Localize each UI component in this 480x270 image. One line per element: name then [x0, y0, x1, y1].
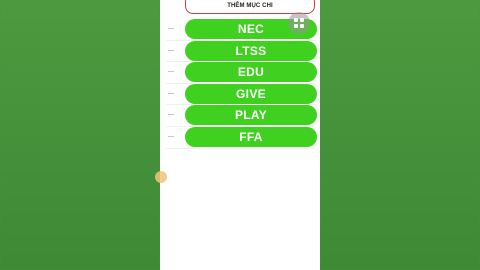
row-divider	[166, 147, 316, 149]
drag-handle-icon[interactable]	[168, 135, 174, 137]
drag-handle-icon[interactable]	[168, 28, 174, 29]
add-category-label: THÊM MỤC CHI	[227, 3, 273, 9]
drag-handle-icon[interactable]	[168, 71, 174, 73]
drag-handle-icon[interactable]	[168, 92, 174, 94]
category-button-ltss[interactable]: LTSS	[185, 40, 317, 61]
list-item: GIVE	[160, 83, 320, 106]
list-item: PLAY	[160, 105, 320, 127]
category-button-ffa[interactable]: FFA	[185, 126, 317, 147]
floating-bubble-icon[interactable]	[155, 171, 167, 183]
video-frame: THÊM MỤC CHI NEC LTSS EDU GIVE PLAY FFA	[0, 0, 480, 270]
phone-screen: THÊM MỤC CHI NEC LTSS EDU GIVE PLAY FFA	[160, 0, 320, 270]
grid-icon	[294, 18, 304, 28]
category-button-edu[interactable]: EDU	[185, 62, 317, 83]
grid-menu-button[interactable]	[288, 12, 310, 34]
blurred-background-right	[320, 0, 480, 270]
drag-handle-icon[interactable]	[168, 114, 174, 116]
category-list: NEC LTSS EDU GIVE PLAY FFA	[160, 19, 320, 149]
list-item: LTSS	[160, 40, 320, 63]
drag-handle-icon[interactable]	[168, 49, 174, 51]
list-item: FFA	[160, 126, 320, 149]
category-button-play[interactable]: PLAY	[185, 105, 317, 126]
blurred-background-left	[0, 0, 160, 270]
list-item: EDU	[160, 62, 320, 84]
category-button-give[interactable]: GIVE	[185, 83, 317, 104]
